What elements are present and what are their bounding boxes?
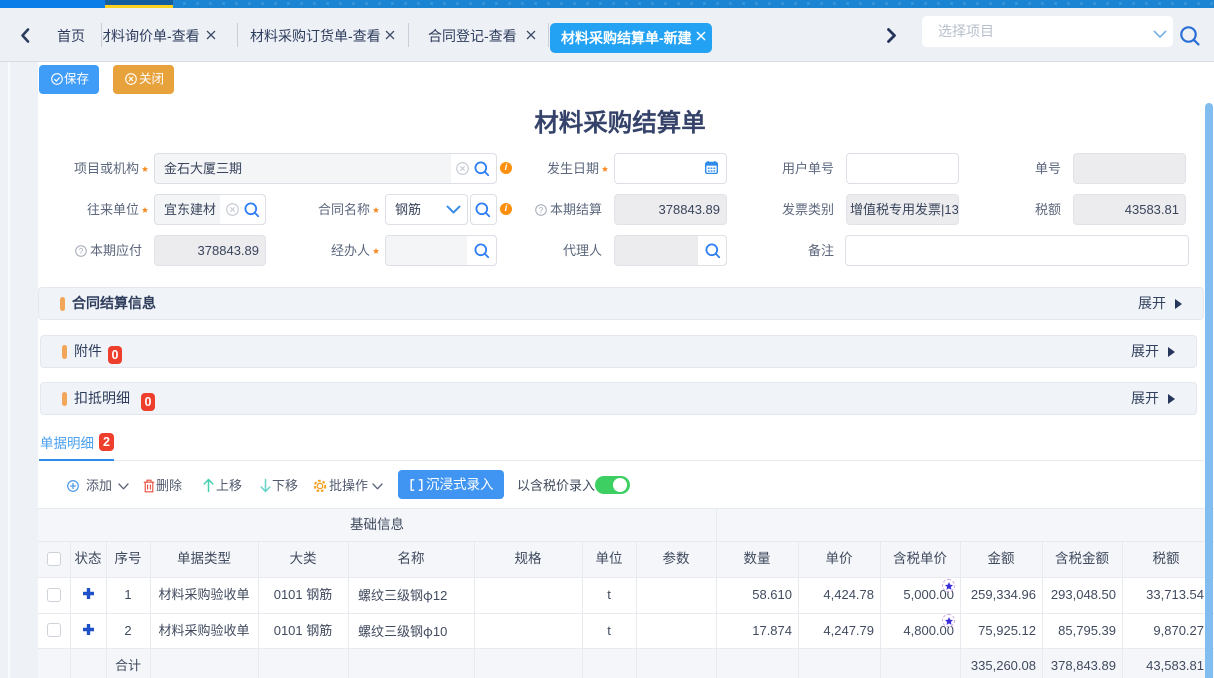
- svg-text:?: ?: [539, 206, 544, 215]
- svg-text:?: ?: [79, 247, 84, 256]
